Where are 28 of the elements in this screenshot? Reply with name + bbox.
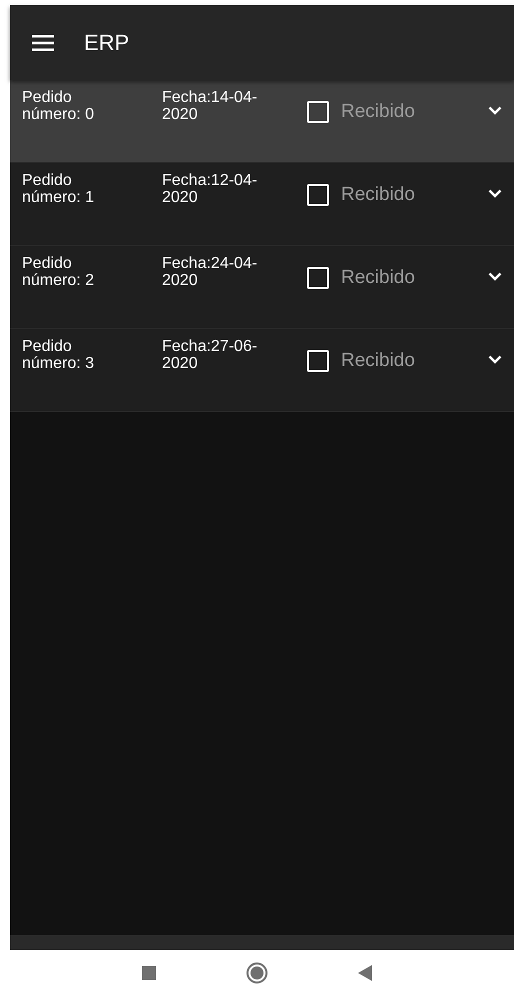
chevron-down-icon[interactable] [488, 272, 502, 281]
order-row[interactable]: Pedido número: 0 Fecha:14-04-2020 Recibido [10, 80, 514, 163]
checkbox-label: Recibido [341, 102, 415, 122]
order-number: Pedido número: 1 [22, 173, 96, 207]
order-number: Pedido número: 0 [22, 90, 96, 124]
received-checkbox[interactable] [307, 101, 329, 123]
order-row[interactable]: Pedido número: 3 Fecha:27-06-2020 Recibido [10, 329, 514, 412]
order-date: Fecha:12-04-2020 [162, 173, 258, 207]
chevron-down-icon[interactable] [488, 355, 502, 364]
order-number: Pedido número: 3 [22, 339, 96, 373]
order-number: Pedido número: 2 [22, 256, 96, 290]
home-icon[interactable] [246, 962, 268, 984]
chevron-down-icon[interactable] [488, 106, 502, 115]
checkbox-label: Recibido [341, 268, 415, 288]
order-row[interactable]: Pedido número: 1 Fecha:12-04-2020 Recibido [10, 163, 514, 246]
order-date: Fecha:14-04-2020 [162, 90, 258, 124]
back-icon[interactable] [358, 965, 372, 981]
chevron-down-icon[interactable] [488, 189, 502, 198]
order-date: Fecha:24-04-2020 [162, 256, 258, 290]
checkbox-label: Recibido [341, 351, 415, 371]
checkbox-label: Recibido [341, 185, 415, 205]
order-row[interactable]: Pedido número: 2 Fecha:24-04-2020 Recibido [10, 246, 514, 329]
received-checkbox[interactable] [307, 184, 329, 206]
received-checkbox[interactable] [307, 350, 329, 372]
order-date: Fecha:27-06-2020 [162, 339, 258, 373]
received-checkbox[interactable] [307, 267, 329, 289]
app-title: ERP [84, 29, 130, 57]
menu-icon[interactable] [32, 34, 54, 50]
